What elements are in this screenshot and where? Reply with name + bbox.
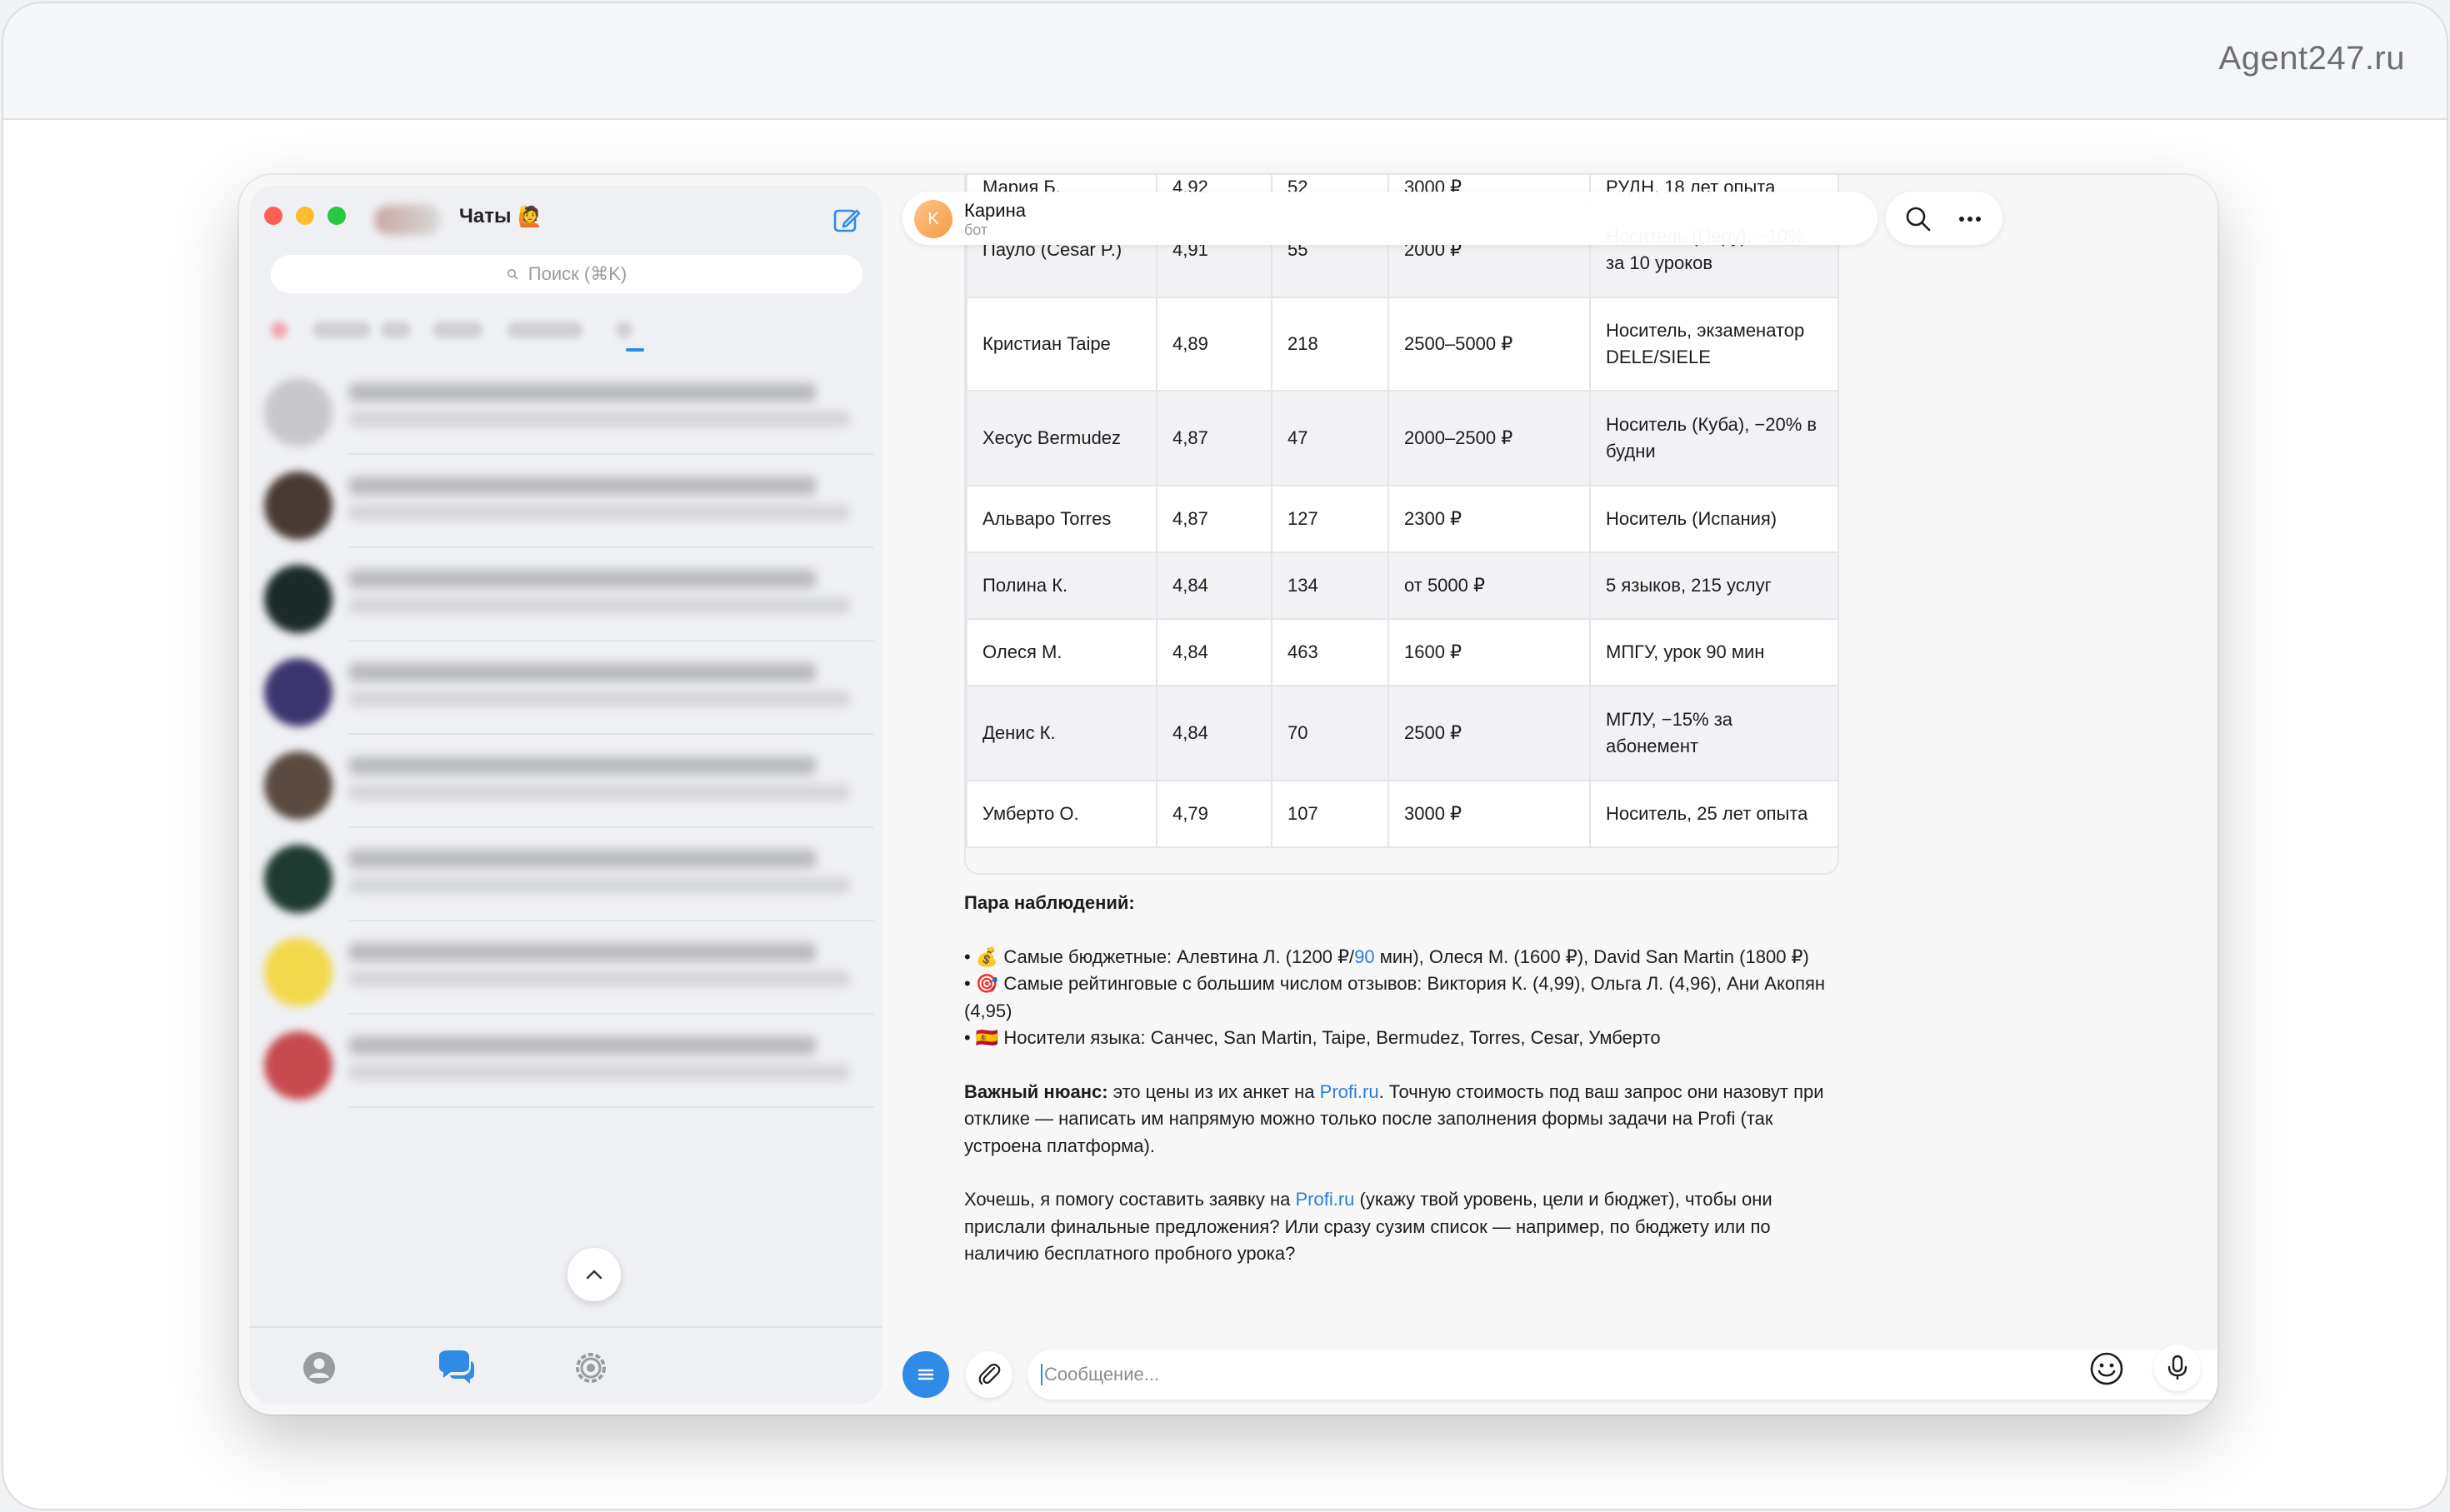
list-item[interactable] xyxy=(249,1015,882,1108)
bullet-budget: • 💰 Самые бюджетные: Алевтина Л. (1200 ₽… xyxy=(964,946,1809,967)
top-bar: Agent247.ru xyxy=(3,3,2447,120)
header-actions xyxy=(1886,192,2002,245)
avatar xyxy=(264,845,332,913)
nuance-paragraph: Важный нюанс: это цены из их анкет на Pr… xyxy=(964,1080,1824,1156)
bullet-native: • 🇪🇸 Носители языка: Санчес, San Martin,… xyxy=(964,1027,1661,1048)
avatar: K xyxy=(914,200,952,238)
table-row: Кристиан Taipe 4,89 218 2500–5000 ₽ Носитель… xyxy=(966,297,1838,392)
search-icon xyxy=(507,269,518,280)
avatar xyxy=(264,751,332,820)
search-input[interactable]: Поиск (⌘K) xyxy=(271,255,862,293)
brand-label: Agent247.ru xyxy=(2218,40,2405,77)
bot-message: Пара наблюдений: • 💰 Самые бюджетные: Ал… xyxy=(964,890,1848,1268)
more-icon[interactable] xyxy=(1956,205,1984,233)
app-window: Чаты 🙋 Поиск (⌘K) Мария Б. 4,92 52 3000 … xyxy=(239,175,2218,1415)
bullet-rating: • 🎯 Самые рейтинговые с большим числом о… xyxy=(964,973,1826,1021)
tab-bar xyxy=(249,1326,882,1405)
message-heading: Пара наблюдений: xyxy=(964,892,1135,913)
menu-button[interactable] xyxy=(902,1351,949,1398)
tutors-table: Мария Б. 4,92 52 3000 ₽ РУДН, 18 лет опы… xyxy=(966,175,1838,848)
message-input[interactable]: Сообщение... xyxy=(1028,1350,2218,1400)
chat-subtitle: бот xyxy=(964,222,988,238)
target-icon: 🎯 xyxy=(975,973,999,994)
composer: Сообщение... xyxy=(894,1335,2218,1415)
emoji-icon[interactable] xyxy=(2088,1350,2126,1388)
link-90[interactable]: 90 xyxy=(1354,946,1374,967)
chat-filters[interactable] xyxy=(266,310,866,352)
sidebar-header: Чаты 🙋 xyxy=(249,202,882,243)
avatar xyxy=(264,565,332,633)
avatar xyxy=(264,472,332,540)
chat-header[interactable]: K Карина бот xyxy=(902,192,1878,245)
list-item[interactable] xyxy=(249,455,882,548)
list-item[interactable] xyxy=(249,548,882,641)
search-icon[interactable] xyxy=(1904,205,1932,233)
chat-list xyxy=(249,362,882,1108)
search-placeholder: Поиск (⌘K) xyxy=(528,263,628,284)
table-row: Альваро Torres 4,87 127 2300 ₽ Носитель (Исп… xyxy=(966,485,1838,553)
avatar xyxy=(264,1031,332,1100)
gear-icon[interactable] xyxy=(569,1346,612,1390)
table-row: Денис К. 4,84 70 2500 ₽ МГЛУ, −15% за абонем… xyxy=(966,685,1838,781)
menu-icon xyxy=(918,1369,934,1380)
table-row: Умберто О. 4,79 107 3000 ₽ Носитель, 25 лет … xyxy=(966,780,1838,848)
avatar xyxy=(264,938,332,1006)
list-item[interactable] xyxy=(249,735,882,828)
chevron-up-icon xyxy=(586,1270,602,1280)
title-emoji-icon: 🙋 xyxy=(518,206,542,228)
paperclip-icon xyxy=(978,1364,1001,1385)
profile-icon[interactable] xyxy=(298,1346,341,1390)
money-bag-icon: 💰 xyxy=(975,946,999,967)
sidebar: Чаты 🙋 Поиск (⌘K) xyxy=(249,185,882,1405)
tutors-table-wrap: Мария Б. 4,92 52 3000 ₽ РУДН, 18 лет опы… xyxy=(964,175,1839,875)
avatar xyxy=(264,658,332,726)
compose-icon[interactable] xyxy=(831,203,864,237)
chats-icon[interactable] xyxy=(432,1346,476,1390)
voice-message-button[interactable] xyxy=(2154,1345,2201,1391)
avatar xyxy=(264,378,332,447)
list-item[interactable] xyxy=(249,641,882,735)
filter-indicator xyxy=(626,348,644,352)
chat-name: Карина xyxy=(964,200,1026,221)
spain-flag-icon: 🇪🇸 xyxy=(975,1027,999,1048)
final-paragraph: Хочешь, я помогу составить заявку на Pro… xyxy=(964,1189,1772,1264)
chat-area: Мария Б. 4,92 52 3000 ₽ РУДН, 18 лет опы… xyxy=(894,175,2218,1415)
profi-link[interactable]: Profi.ru xyxy=(1320,1081,1379,1102)
scroll-up-button[interactable] xyxy=(568,1248,621,1301)
microphone-icon xyxy=(2168,1355,2188,1380)
list-item[interactable] xyxy=(249,362,882,455)
list-item[interactable] xyxy=(249,921,882,1015)
list-item[interactable] xyxy=(249,828,882,921)
browser-frame: Agent247.ru Чаты 🙋 Поиск (⌘K) Мария Б. 4… xyxy=(2,2,2448,1510)
table-row: Олеся М. 4,84 463 1600 ₽ МПГУ, урок 90 мин xyxy=(966,618,1838,686)
message-placeholder: Сообщение... xyxy=(1041,1364,1159,1385)
table-row: Хесус Bermudez 4,87 47 2000–2500 ₽ Носитель … xyxy=(966,390,1838,487)
account-avatars[interactable] xyxy=(374,205,441,235)
sidebar-title: Чаты xyxy=(459,205,512,227)
table-row: Полина К. 4,84 134 от 5000 ₽5 языков, 215 у… xyxy=(966,551,1838,620)
attach-button[interactable] xyxy=(966,1351,1012,1398)
profi-link-2[interactable]: Profi.ru xyxy=(1295,1189,1354,1210)
